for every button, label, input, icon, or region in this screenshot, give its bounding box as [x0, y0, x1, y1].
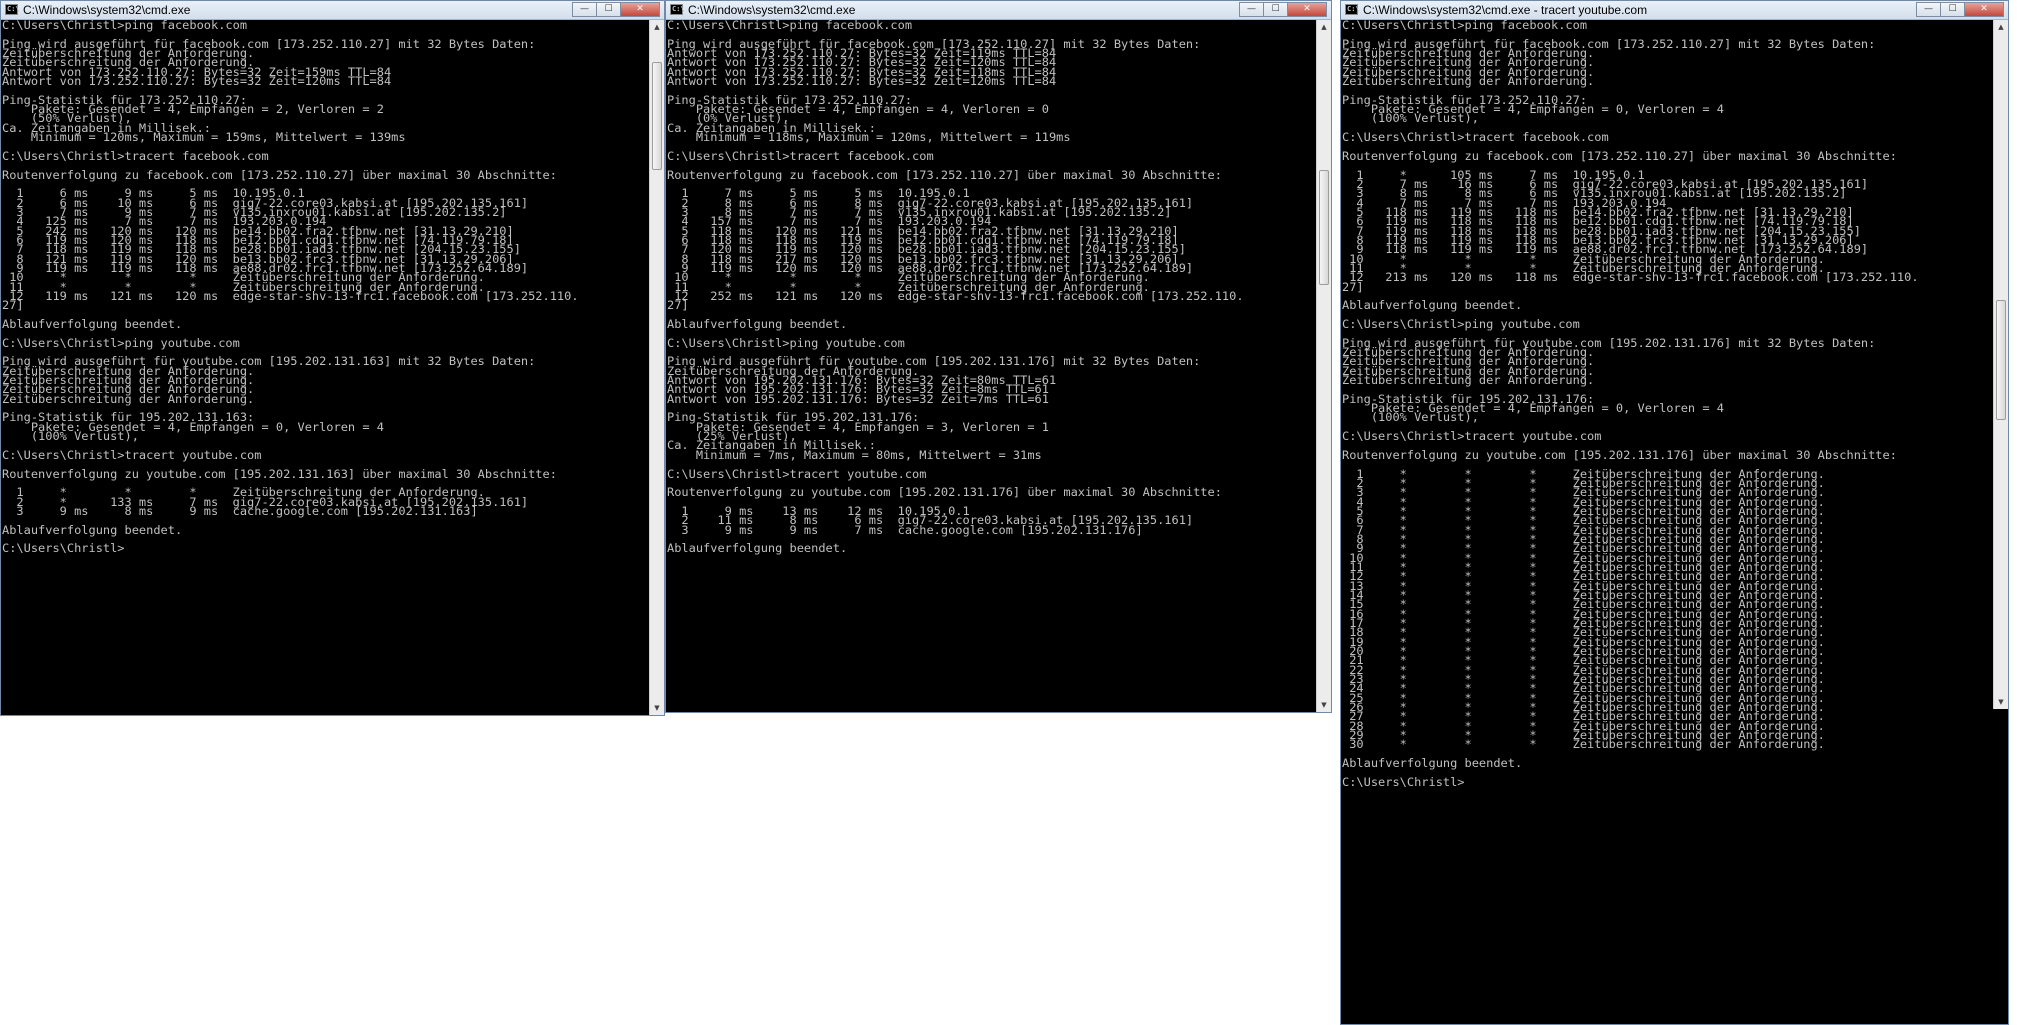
window-title: C:\Windows\system32\cmd.exe - tracert yo… [1363, 3, 1648, 17]
minimize-button[interactable]: — [1239, 2, 1264, 17]
cmd-window-1[interactable]: C:\ C:\Windows\system32\cmd.exe — ☐ ✕ C:… [0, 0, 665, 716]
console-line: C:\Users\Christl>tracert youtube.com [667, 467, 927, 481]
console-line: Routenverfolgung zu facebook.com [173.25… [1342, 149, 1897, 163]
console-line: C:\Users\Christl>tracert facebook.com [2, 149, 269, 163]
close-button[interactable]: ✕ [1964, 2, 2004, 17]
cmd-window-3[interactable]: C:\ C:\Windows\system32\cmd.exe - tracer… [1340, 0, 2009, 1025]
console-line: 27] [1342, 280, 1364, 294]
title-bar[interactable]: C:\ C:\Windows\system32\cmd.exe — ☐ ✕ [1, 1, 664, 20]
console-line: C:\Users\Christl>ping facebook.com [2, 20, 248, 32]
console-line: C:\Users\Christl>tracert youtube.com [2, 448, 262, 462]
console-line: Ablaufverfolgung beendet. [2, 523, 183, 537]
console-output[interactable]: C:\Users\Christl>ping facebook.com Ping w… [1341, 20, 1993, 1024]
minimize-button[interactable]: — [572, 2, 597, 17]
console-line: Ablaufverfolgung beendet. [1342, 757, 1523, 771]
console-line: C:\Users\Christl> [2, 542, 125, 556]
console-line: Ablaufverfolgung beendet. [667, 542, 848, 556]
console-line: 12 119 ms 121 ms 120 ms edge-star-shv-13… [2, 289, 579, 303]
console-line: 27] [667, 299, 689, 313]
console-line: (100% Verlust), [1342, 112, 1479, 126]
console-line: Routenverfolgung zu facebook.com [173.25… [2, 168, 557, 182]
console-line: Minimum = 120ms, Maximum = 159ms, Mittel… [2, 131, 406, 145]
close-button[interactable]: ✕ [620, 2, 660, 17]
console-line: (100% Verlust), [1342, 411, 1479, 425]
console-line: Routenverfolgung zu facebook.com [173.25… [667, 168, 1222, 182]
console-line: 3 9 ms 8 ms 9 ms cache.google.com [195.2… [2, 504, 478, 518]
maximize-button[interactable]: ☐ [596, 2, 621, 17]
cmd-icon: C:\ [5, 4, 20, 15]
console-line: Ablaufverfolgung beendet. [1342, 299, 1523, 313]
vertical-scrollbar[interactable]: ▲ ▼ [1993, 20, 2008, 709]
console-line: Minimum = 118ms, Maximum = 120ms, Mittel… [667, 131, 1071, 145]
cmd-icon: C:\ [1345, 4, 1360, 15]
close-button[interactable]: ✕ [1287, 2, 1327, 17]
console-line: Zeitüberschreitung der Anforderung. [1342, 374, 1595, 388]
console-line: Routenverfolgung zu youtube.com [195.202… [1342, 448, 1897, 462]
console-line: 27] [2, 299, 24, 313]
console-line: C:\Users\Christl>tracert facebook.com [1342, 131, 1609, 145]
console-line: C:\Users\Christl>ping youtube.com [2, 336, 240, 350]
scroll-up-arrow-icon[interactable]: ▲ [650, 20, 664, 34]
minimize-button[interactable]: — [1916, 2, 1941, 17]
maximize-button[interactable]: ☐ [1263, 2, 1288, 17]
scroll-up-arrow-icon[interactable]: ▲ [1994, 20, 2008, 34]
console-line: C:\Users\Christl>ping youtube.com [1342, 318, 1580, 331]
console-line: 12 213 ms 120 ms 118 ms edge-star-shv-13… [1342, 271, 1919, 285]
scroll-thumb[interactable] [652, 62, 662, 170]
console-output[interactable]: C:\Users\Christl>ping facebook.com Ping w… [1, 20, 649, 715]
cmd-window-2[interactable]: C:\ C:\Windows\system32\cmd.exe — ☐ ✕ C:… [665, 0, 1332, 713]
console-line: 12 252 ms 121 ms 120 ms edge-star-shv-13… [667, 289, 1244, 303]
scroll-down-arrow-icon[interactable]: ▼ [650, 701, 664, 715]
scroll-up-arrow-icon[interactable]: ▲ [1317, 20, 1331, 34]
console-line: Antwort von 173.252.110.27: Bytes=32 Zei… [2, 75, 392, 89]
console-line: Zeitüberschreitung der Anforderung. [2, 392, 255, 406]
cmd-icon: C:\ [670, 4, 685, 15]
vertical-scrollbar[interactable]: ▲ ▼ [649, 20, 664, 715]
console-line: Antwort von 173.252.110.27: Bytes=32 Zei… [667, 75, 1057, 89]
maximize-button[interactable]: ☐ [1940, 2, 1965, 17]
console-line: Antwort von 195.202.131.176: Bytes=32 Ze… [667, 392, 1049, 406]
console-line: Zeitüberschreitung der Anforderung. [1342, 75, 1595, 89]
scroll-down-arrow-icon[interactable]: ▼ [1994, 695, 2008, 709]
console-line: Routenverfolgung zu youtube.com [195.202… [2, 467, 557, 481]
console-line: Ablaufverfolgung beendet. [2, 318, 183, 331]
console-line: C:\Users\Christl> [1342, 775, 1465, 789]
console-line: C:\Users\Christl>tracert facebook.com [667, 149, 934, 163]
console-line: 3 9 ms 9 ms 7 ms cache.google.com [195.2… [667, 523, 1143, 537]
console-line: Ablaufverfolgung beendet. [667, 318, 848, 331]
console-line: C:\Users\Christl>ping facebook.com [1342, 20, 1588, 32]
console-line: Minimum = 7ms, Maximum = 80ms, Mittelwer… [667, 448, 1042, 462]
console-line: C:\Users\Christl>tracert youtube.com [1342, 430, 1602, 444]
window-title: C:\Windows\system32\cmd.exe [688, 3, 856, 17]
vertical-scrollbar[interactable]: ▲ ▼ [1316, 20, 1331, 712]
console-line: Routenverfolgung zu youtube.com [195.202… [667, 486, 1222, 500]
title-bar[interactable]: C:\ C:\Windows\system32\cmd.exe — ☐ ✕ [666, 1, 1331, 20]
scroll-thumb[interactable] [1319, 170, 1329, 285]
window-title: C:\Windows\system32\cmd.exe [23, 3, 191, 17]
console-line: 30 * * * Zeitüberschreitung der Anforder… [1342, 738, 1825, 752]
console-output[interactable]: C:\Users\Christl>ping facebook.com Ping w… [666, 20, 1316, 712]
console-line: C:\Users\Christl>ping facebook.com [667, 20, 913, 32]
console-line: C:\Users\Christl>ping youtube.com [667, 336, 905, 350]
scroll-down-arrow-icon[interactable]: ▼ [1317, 698, 1331, 712]
scroll-thumb[interactable] [1996, 300, 2006, 420]
console-line: (100% Verlust), [2, 430, 139, 444]
title-bar[interactable]: C:\ C:\Windows\system32\cmd.exe - tracer… [1341, 1, 2008, 20]
